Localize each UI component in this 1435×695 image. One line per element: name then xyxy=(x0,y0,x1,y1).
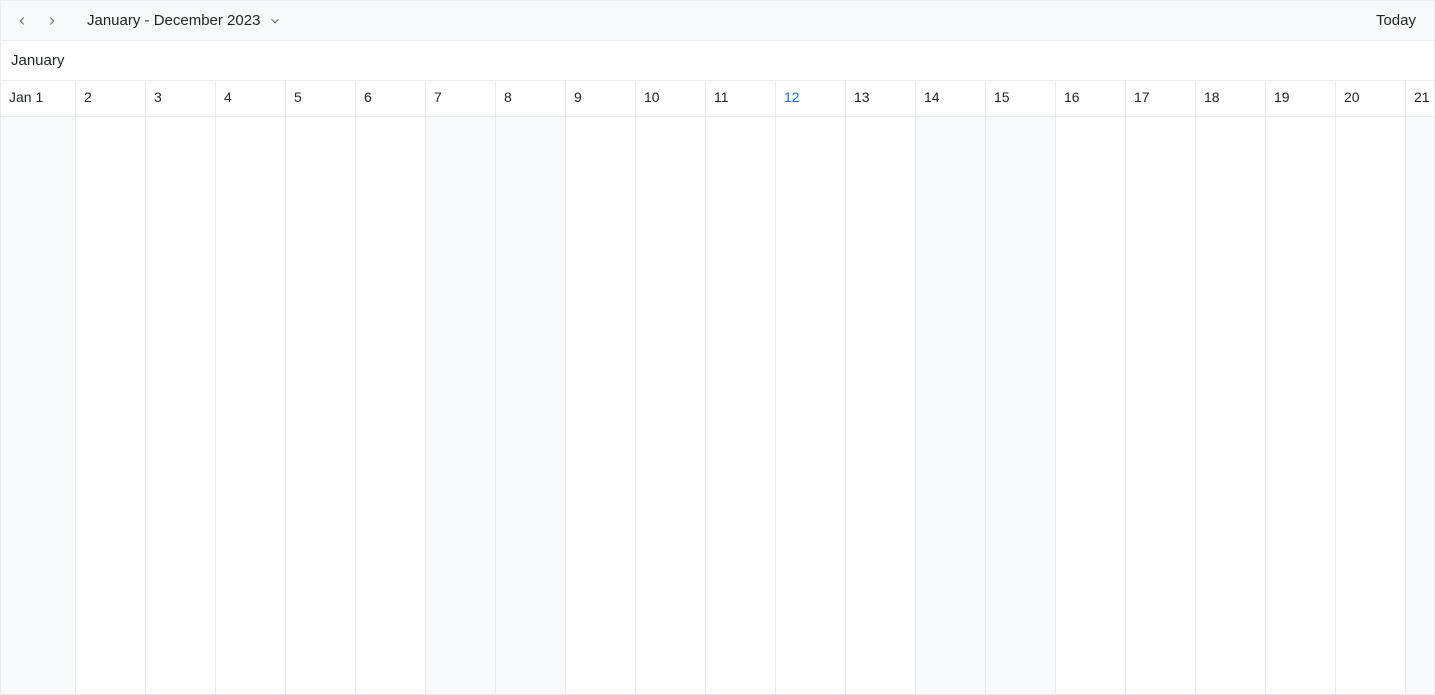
day-body-cell[interactable] xyxy=(1266,117,1336,694)
day-header-cell[interactable]: 7 xyxy=(426,81,496,117)
day-header-cell[interactable]: 4 xyxy=(216,81,286,117)
day-body-row xyxy=(1,117,1434,694)
calendar-toolbar: January - December 2023 Today xyxy=(1,1,1434,41)
day-body-cell[interactable] xyxy=(1126,117,1196,694)
day-header-cell[interactable]: 21 xyxy=(1406,81,1434,117)
day-body-cell[interactable] xyxy=(706,117,776,694)
day-body-cell[interactable] xyxy=(286,117,356,694)
chevron-left-icon xyxy=(15,14,29,28)
day-header-cell[interactable]: 8 xyxy=(496,81,566,117)
day-header-cell[interactable]: 3 xyxy=(146,81,216,117)
day-header-cell[interactable]: 17 xyxy=(1126,81,1196,117)
day-header-cell[interactable]: 15 xyxy=(986,81,1056,117)
day-body-cell[interactable] xyxy=(146,117,216,694)
day-header-cell[interactable]: 9 xyxy=(566,81,636,117)
date-range-label: January - December 2023 xyxy=(87,12,260,29)
day-body-cell[interactable] xyxy=(1,117,76,694)
month-header: January xyxy=(1,41,1434,81)
day-header-cell[interactable]: 10 xyxy=(636,81,706,117)
day-body-cell[interactable] xyxy=(496,117,566,694)
day-header-cell[interactable]: 18 xyxy=(1196,81,1266,117)
prev-button[interactable] xyxy=(7,6,37,36)
chevron-down-icon xyxy=(268,14,282,28)
day-header-row: Jan 123456789101112131415161718192021222… xyxy=(1,81,1434,117)
day-body-cell[interactable] xyxy=(776,117,846,694)
day-body-cell[interactable] xyxy=(356,117,426,694)
day-body-cell[interactable] xyxy=(1196,117,1266,694)
timeline-scroll[interactable]: Jan 123456789101112131415161718192021222… xyxy=(1,81,1434,694)
day-body-cell[interactable] xyxy=(76,117,146,694)
day-header-cell[interactable]: Jan 1 xyxy=(1,81,76,117)
date-range-selector[interactable]: January - December 2023 xyxy=(81,8,288,33)
chevron-right-icon xyxy=(45,14,59,28)
day-body-cell[interactable] xyxy=(1406,117,1434,694)
today-button[interactable]: Today xyxy=(1364,6,1428,35)
calendar-wrapper: January - December 2023 Today January Ja… xyxy=(0,0,1435,695)
day-body-cell[interactable] xyxy=(846,117,916,694)
day-body-cell[interactable] xyxy=(216,117,286,694)
day-body-cell[interactable] xyxy=(1336,117,1406,694)
day-header-cell[interactable]: 14 xyxy=(916,81,986,117)
day-body-cell[interactable] xyxy=(566,117,636,694)
day-body-cell[interactable] xyxy=(1056,117,1126,694)
day-header-cell[interactable]: 12 xyxy=(776,81,846,117)
day-header-cell[interactable]: 20 xyxy=(1336,81,1406,117)
day-body-cell[interactable] xyxy=(636,117,706,694)
next-button[interactable] xyxy=(37,6,67,36)
timeline-scroll-outer: Jan 123456789101112131415161718192021222… xyxy=(1,81,1434,694)
day-header-cell[interactable]: 5 xyxy=(286,81,356,117)
day-header-cell[interactable]: 2 xyxy=(76,81,146,117)
day-header-cell[interactable]: 13 xyxy=(846,81,916,117)
day-header-cell[interactable]: 11 xyxy=(706,81,776,117)
day-body-cell[interactable] xyxy=(426,117,496,694)
day-body-cell[interactable] xyxy=(986,117,1056,694)
day-header-cell[interactable]: 16 xyxy=(1056,81,1126,117)
day-body-cell[interactable] xyxy=(916,117,986,694)
day-header-cell[interactable]: 19 xyxy=(1266,81,1336,117)
day-header-cell[interactable]: 6 xyxy=(356,81,426,117)
